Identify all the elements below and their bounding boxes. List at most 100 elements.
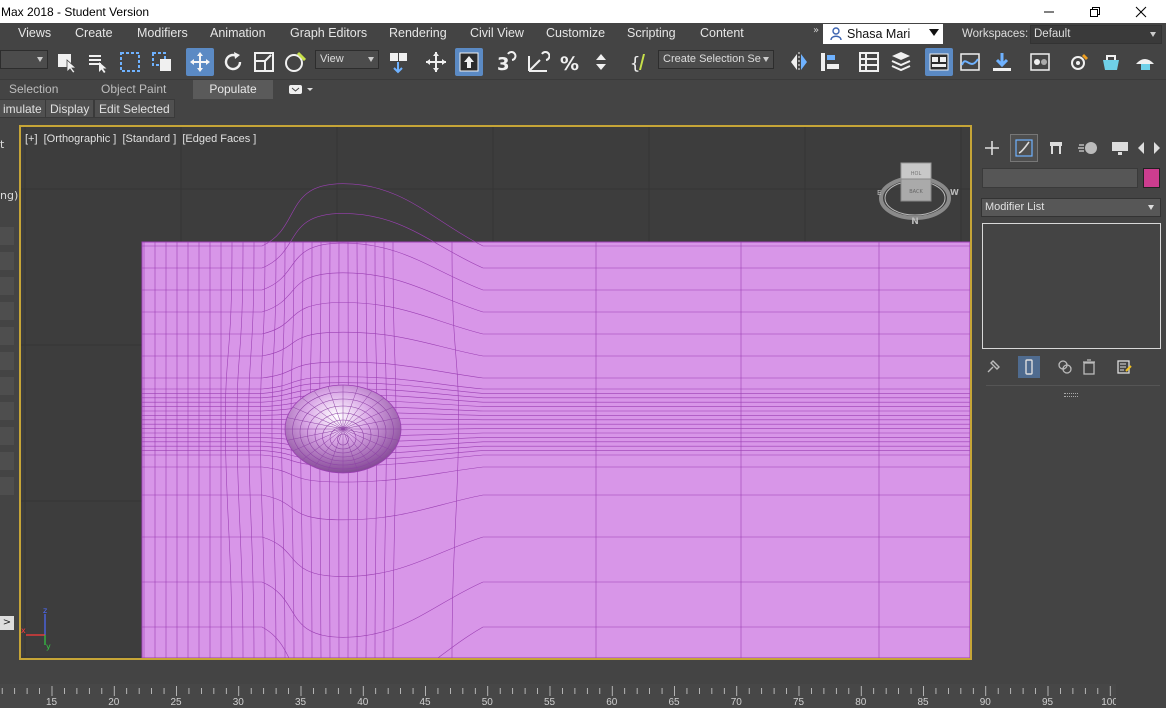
modify-tab-icon[interactable]: [1010, 134, 1038, 162]
select-by-name-icon[interactable]: [84, 48, 112, 76]
left-strip-cell[interactable]: [0, 277, 14, 295]
select-manipulate-icon[interactable]: [422, 48, 450, 76]
display-tab-icon[interactable]: [1106, 134, 1134, 162]
close-icon[interactable]: [1118, 0, 1164, 23]
timeline-ruler[interactable]: [0, 684, 1116, 708]
left-strip-cell[interactable]: [0, 427, 14, 445]
rectangular-selection-icon[interactable]: [116, 48, 144, 76]
spinner-snap-icon[interactable]: [588, 48, 616, 76]
angle-snap-icon[interactable]: [524, 48, 552, 76]
ribbon-tab-object-paint[interactable]: Object Paint: [101, 80, 166, 99]
modifier-list-dropdown[interactable]: Modifier List: [981, 198, 1161, 217]
orthographic-viewport[interactable]: HOL BACK N W Ez x y [+] [Orthographic ] [Stand…: [19, 125, 972, 660]
motion-tab-icon[interactable]: [1074, 134, 1102, 162]
modifier-stack-list[interactable]: [982, 223, 1161, 349]
hierarchy-tab-icon[interactable]: [1042, 134, 1070, 162]
percent-snap-icon[interactable]: %: [556, 48, 584, 76]
reference-coordinate-dropdown[interactable]: View: [315, 50, 379, 69]
object-color-swatch[interactable]: [1143, 168, 1160, 188]
configure-modifier-sets-icon[interactable]: [1113, 356, 1135, 378]
select-and-rotate-icon[interactable]: [219, 48, 247, 76]
show-end-result-icon[interactable]: [1018, 356, 1040, 378]
minimize-icon[interactable]: [1026, 0, 1072, 23]
workspace-dropdown[interactable]: Default: [1030, 25, 1162, 44]
menu-views[interactable]: Views: [18, 23, 51, 45]
window-title: Max 2018 - Student Version: [1, 4, 150, 19]
scene-explorer-icon[interactable]: [925, 48, 953, 76]
subtab-edit-selected[interactable]: Edit Selected: [94, 99, 175, 118]
viewport-scene[interactable]: HOL BACK N W Ez x y: [21, 127, 970, 658]
selection-filter-dropdown[interactable]: [0, 50, 48, 69]
menu-content[interactable]: Content: [700, 23, 744, 45]
select-and-scale-icon[interactable]: [250, 48, 278, 76]
left-strip-cell[interactable]: [0, 452, 14, 470]
keyboard-shortcut-override-icon[interactable]: [455, 48, 483, 76]
axis-y-label: y: [46, 642, 51, 651]
menu-customize[interactable]: Customize: [546, 23, 605, 45]
ribbon-options-icon[interactable]: [284, 81, 318, 99]
mirror-icon[interactable]: [785, 48, 813, 76]
subtab-display[interactable]: Display: [45, 99, 95, 118]
object-name-field[interactable]: [982, 168, 1138, 188]
left-strip-label-1: t: [0, 138, 5, 151]
render-production-icon[interactable]: [1131, 48, 1159, 76]
named-selection-dropdown[interactable]: Create Selection Se: [658, 50, 774, 69]
left-strip-cell[interactable]: [0, 302, 14, 320]
workspaces-label: Workspaces:: [962, 28, 1029, 40]
toggle-ribbon-icon[interactable]: [887, 48, 915, 76]
left-strip-cell[interactable]: [0, 352, 14, 370]
restore-icon[interactable]: [1072, 0, 1118, 23]
curve-editor-icon[interactable]: [956, 48, 984, 76]
menu-modifiers[interactable]: Modifiers: [137, 23, 188, 45]
menu-rendering[interactable]: Rendering: [389, 23, 447, 45]
menu-civil-view[interactable]: Civil View: [470, 23, 524, 45]
viewcube-face-label: BACK: [909, 189, 923, 195]
schematic-view-icon[interactable]: [988, 48, 1016, 76]
left-strip-cell[interactable]: [0, 477, 14, 495]
make-unique-icon[interactable]: [1054, 356, 1076, 378]
rendered-frame-window-icon[interactable]: [1097, 48, 1125, 76]
viewport-shading-standard[interactable]: [Standard ]: [122, 133, 176, 145]
menu-create[interactable]: Create: [75, 23, 113, 45]
ribbon-tab-populate[interactable]: Populate: [193, 80, 273, 99]
pivot-point-center-icon[interactable]: [384, 48, 412, 76]
expand-arrow-icon[interactable]: >: [0, 616, 14, 630]
timeline-frame-label: 30: [232, 697, 244, 708]
select-and-place-icon[interactable]: [282, 48, 310, 76]
pin-stack-icon[interactable]: [982, 356, 1004, 378]
layer-explorer-icon[interactable]: [855, 48, 883, 76]
menu-scripting[interactable]: Scripting: [627, 23, 676, 45]
chevron-down-icon: [1148, 205, 1154, 210]
panel-grip-handle[interactable]: [1064, 393, 1078, 397]
window-crossing-icon[interactable]: [148, 48, 176, 76]
left-strip-cell[interactable]: [0, 227, 14, 245]
menu-animation[interactable]: Animation: [210, 23, 266, 45]
timeline-frame-label: 70: [730, 697, 742, 708]
scroll-right-icon[interactable]: [1150, 134, 1164, 162]
viewport-shading-edged-faces[interactable]: [Edged Faces ]: [182, 133, 256, 145]
ribbon-tab-selection[interactable]: Selection: [9, 80, 58, 99]
scroll-left-icon[interactable]: [1134, 134, 1148, 162]
subtab-simulate[interactable]: imulate: [0, 99, 47, 118]
align-icon[interactable]: [816, 48, 844, 76]
left-strip-cell[interactable]: [0, 327, 14, 345]
left-strip-cell[interactable]: [0, 252, 14, 270]
timeline-frame-label: 60: [606, 697, 618, 708]
menu-graph-editors[interactable]: Graph Editors: [290, 23, 367, 45]
menu-overflow-icon[interactable]: »: [813, 25, 819, 36]
snaps-toggle-icon[interactable]: 3: [492, 48, 520, 76]
user-account-dropdown[interactable]: Shasa Mari: [823, 24, 943, 44]
viewport-menu-plus[interactable]: [+]: [25, 133, 38, 145]
material-editor-icon[interactable]: [1026, 48, 1054, 76]
select-and-move-icon[interactable]: [186, 48, 214, 76]
edit-named-selection-icon[interactable]: {: [626, 48, 654, 76]
left-strip-cell[interactable]: [0, 402, 14, 420]
viewport-point-of-view[interactable]: [Orthographic ]: [44, 133, 117, 145]
select-object-icon[interactable]: [53, 48, 81, 76]
create-tab-plus-icon[interactable]: [978, 134, 1006, 162]
render-setup-icon[interactable]: [1066, 48, 1094, 76]
remove-modifier-trash-icon[interactable]: [1078, 356, 1100, 378]
left-strip-cell[interactable]: [0, 377, 14, 395]
timeline-frame-label: 45: [419, 697, 431, 708]
timeline-frame-label: 40: [357, 697, 369, 708]
